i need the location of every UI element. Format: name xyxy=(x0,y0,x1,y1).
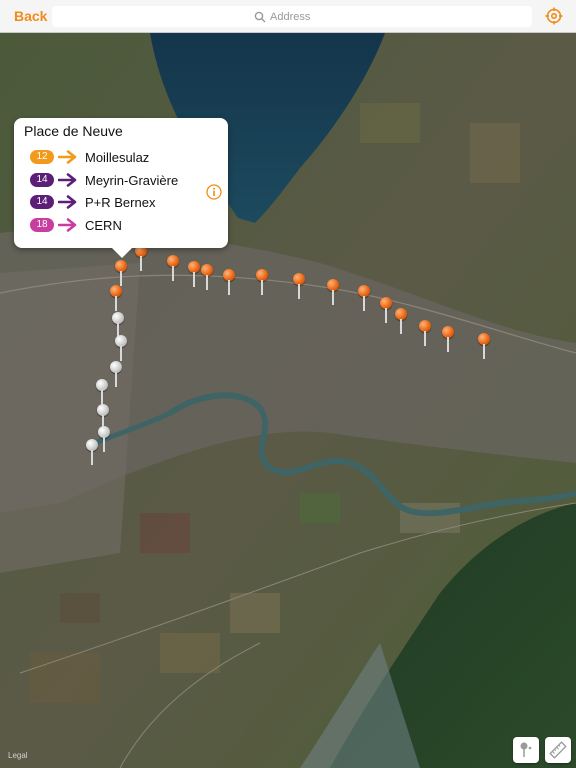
stop-pin[interactable] xyxy=(95,379,109,407)
search-icon xyxy=(254,11,266,22)
line-badge: 14 xyxy=(30,195,54,209)
stop-pin[interactable] xyxy=(357,285,371,313)
ruler-icon xyxy=(549,741,567,759)
stop-pin[interactable] xyxy=(200,264,214,292)
location-icon[interactable] xyxy=(545,7,563,25)
address-input[interactable] xyxy=(270,10,330,23)
stop-pin[interactable] xyxy=(134,245,148,273)
stop-pin[interactable] xyxy=(222,269,236,297)
stop-pin[interactable] xyxy=(394,308,408,336)
route-row[interactable]: 12 Moillesulaz xyxy=(30,149,210,165)
stop-pin[interactable] xyxy=(326,279,340,307)
back-button[interactable]: Back xyxy=(14,8,47,24)
stop-pin[interactable] xyxy=(166,255,180,283)
stop-name: Place de Neuve xyxy=(24,123,123,139)
route-destination: P+R Bernex xyxy=(85,194,156,210)
drop-pin-button[interactable] xyxy=(513,737,539,763)
stop-pin[interactable] xyxy=(109,285,123,313)
arrow-right-icon xyxy=(58,150,77,164)
route-row[interactable]: 14 P+R Bernex xyxy=(30,194,210,210)
line-badge: 12 xyxy=(30,150,54,164)
stop-pin[interactable] xyxy=(379,297,393,325)
stop-pin[interactable] xyxy=(114,335,128,363)
stop-pin[interactable] xyxy=(85,439,99,467)
stop-pin[interactable] xyxy=(255,269,269,297)
route-destination: Moillesulaz xyxy=(85,149,150,165)
route-row[interactable]: 18 CERN xyxy=(30,217,210,233)
stop-pin[interactable] xyxy=(292,273,306,301)
route-destination: Meyrin-Gravière xyxy=(85,172,179,188)
arrow-right-icon xyxy=(58,195,77,209)
stop-pin[interactable] xyxy=(187,261,201,289)
stop-pin[interactable] xyxy=(109,361,123,389)
ruler-button[interactable] xyxy=(545,737,571,763)
stop-pin[interactable] xyxy=(477,333,491,361)
line-badge: 18 xyxy=(30,218,54,232)
stop-pin[interactable] xyxy=(114,260,128,288)
address-search-field[interactable] xyxy=(52,6,532,27)
stop-pin[interactable] xyxy=(441,326,455,354)
arrow-right-icon xyxy=(58,173,77,187)
route-destination: CERN xyxy=(85,217,122,233)
arrow-right-icon xyxy=(58,218,77,232)
line-badge: 14 xyxy=(30,173,54,187)
legal-link[interactable]: Legal xyxy=(8,751,28,760)
route-row[interactable]: 14 Meyrin-Gravière xyxy=(30,172,210,188)
stop-callout: Place de Neuve 12 Moillesulaz 14 Meyrin-… xyxy=(14,118,228,258)
stop-pin[interactable] xyxy=(97,426,111,454)
info-icon[interactable] xyxy=(206,184,222,200)
stop-pin[interactable] xyxy=(418,320,432,348)
navigation-bar: Back xyxy=(0,0,576,33)
drop-pin-icon xyxy=(520,742,532,757)
